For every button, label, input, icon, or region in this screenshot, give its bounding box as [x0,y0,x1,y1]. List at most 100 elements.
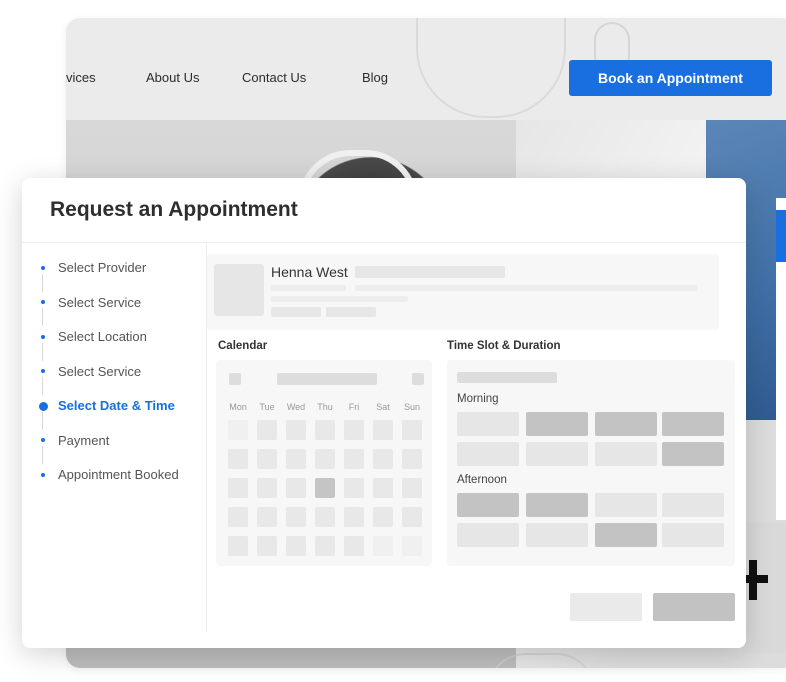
calendar-day[interactable] [257,478,277,498]
back-button[interactable] [570,593,642,621]
calendar-day[interactable] [257,449,277,469]
step-connector [42,343,43,361]
calendar-day[interactable] [228,420,248,440]
calendar-day[interactable] [402,420,422,440]
step-select-location[interactable]: Select Location [58,329,147,344]
time-slot[interactable] [595,412,657,436]
modal-header-divider [22,242,746,243]
step-connector [42,412,43,430]
calendar-day[interactable] [344,478,364,498]
calendar-day[interactable] [402,449,422,469]
step-connector [42,377,43,395]
step-dot [41,473,45,477]
calendar-day[interactable] [402,478,422,498]
calendar-day[interactable] [286,420,306,440]
step-select-date-time[interactable]: Select Date & Time [58,398,175,413]
step-dot [41,335,45,339]
step-dot [41,438,45,442]
time-slot[interactable] [526,523,588,547]
step-appointment-booked[interactable]: Appointment Booked [58,467,179,482]
nav-link-blog[interactable]: Blog [362,70,388,85]
calendar-day[interactable] [373,507,393,527]
calendar-day[interactable] [286,536,306,556]
step-select-provider[interactable]: Select Provider [58,260,146,275]
provider-detail-placeholder [271,285,346,291]
calendar-day[interactable] [373,449,393,469]
time-slot[interactable] [526,493,588,517]
weekday-label: Tue [259,402,275,412]
modal-title: Request an Appointment [50,198,298,221]
time-slot[interactable] [595,442,657,466]
provider-detail-placeholder [271,296,408,302]
time-slot[interactable] [457,412,519,436]
calendar-day[interactable] [315,420,335,440]
nav-link-about-us[interactable]: About Us [146,70,199,85]
time-slot[interactable] [457,493,519,517]
calendar-panel: Mon Tue Wed Thu Fri Sat Sun [216,360,432,566]
morning-label: Morning [457,393,499,405]
step-connector [42,308,43,326]
provider-name: Henna West [271,264,348,280]
time-slot[interactable] [595,493,657,517]
calendar-day[interactable] [373,536,393,556]
provider-card[interactable]: Henna West [207,254,719,330]
step-select-service[interactable]: Select Service [58,295,141,310]
calendar-day[interactable] [402,536,422,556]
calendar-day[interactable] [286,478,306,498]
time-slot[interactable] [662,493,724,517]
time-slot[interactable] [526,442,588,466]
step-select-service-2[interactable]: Select Service [58,364,141,379]
nav-link-services[interactable]: vices [66,70,96,85]
afternoon-label: Afternoon [457,474,507,486]
calendar-day[interactable] [286,449,306,469]
calendar-day[interactable] [257,507,277,527]
time-slot-selected[interactable] [595,523,657,547]
book-appointment-button[interactable]: Book an Appointment [569,60,772,96]
background-card [776,198,786,520]
calendar-day[interactable] [344,507,364,527]
calendar-day[interactable] [228,536,248,556]
calendar-day[interactable] [344,536,364,556]
provider-avatar [214,264,264,316]
calendar-day[interactable] [228,478,248,498]
calendar-day[interactable] [228,449,248,469]
weekday-label: Wed [286,402,306,412]
calendar-day[interactable] [402,507,422,527]
next-button[interactable] [653,593,735,621]
calendar-day[interactable] [373,420,393,440]
calendar-day[interactable] [257,420,277,440]
lamp-illustration [416,18,566,118]
calendar-day[interactable] [344,420,364,440]
calendar-day[interactable] [228,507,248,527]
calendar-day[interactable] [315,536,335,556]
time-slot[interactable] [457,442,519,466]
weekday-label: Thu [317,402,333,412]
step-dot [41,369,45,373]
site-nav-bar: vices About Us Contact Us Blog Book an A… [66,18,786,120]
time-slot[interactable] [457,523,519,547]
calendar-day[interactable] [315,449,335,469]
calendar-day[interactable] [344,449,364,469]
time-slot[interactable] [526,412,588,436]
calendar-month-placeholder [277,373,377,385]
provider-title-placeholder [355,266,505,278]
time-slot[interactable] [662,523,724,547]
weekday-label: Sat [376,402,390,412]
calendar-prev-button[interactable] [229,373,241,385]
calendar-day[interactable] [315,507,335,527]
time-slot[interactable] [662,442,724,466]
calendar-day-selected[interactable] [315,478,335,498]
calendar-day[interactable] [286,507,306,527]
time-slot[interactable] [662,412,724,436]
calendar-day[interactable] [373,478,393,498]
calendar-next-button[interactable] [412,373,424,385]
calendar-day[interactable] [257,536,277,556]
timeslot-panel: Morning Afternoon [447,360,735,566]
step-dot [41,266,45,270]
timeslot-title: Time Slot & Duration [447,340,561,352]
step-payment[interactable]: Payment [58,433,109,448]
step-dot [41,300,45,304]
step-connector [42,274,43,292]
calendar-title: Calendar [218,340,268,352]
nav-link-contact-us[interactable]: Contact Us [242,70,306,85]
